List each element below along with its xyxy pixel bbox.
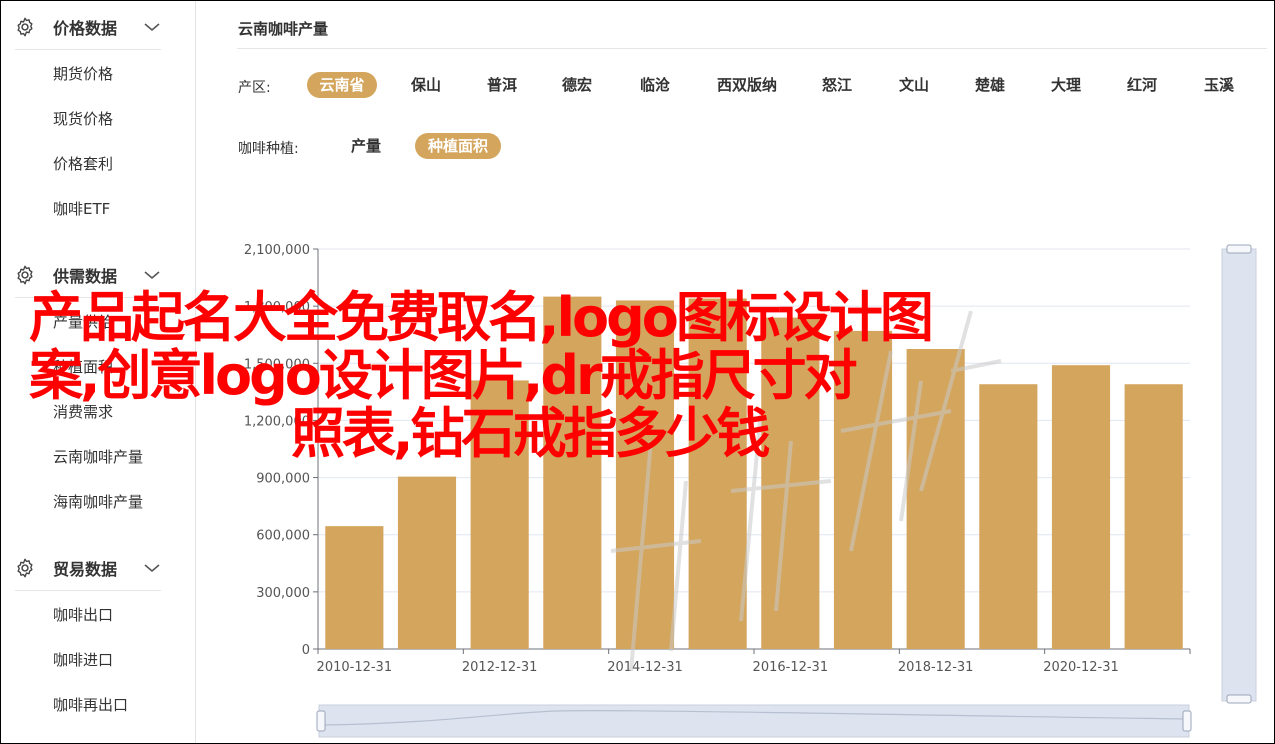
sidebar-group-header-1[interactable]: 供需数据 <box>1 252 196 298</box>
gear-icon <box>17 265 33 285</box>
bar <box>615 300 675 649</box>
sidebar-item[interactable]: 咖啡出口 <box>53 604 113 625</box>
x-tick-label: 2010-12-31 <box>317 660 393 675</box>
bar <box>470 380 529 649</box>
x-tick-label: 2014-12-31 <box>607 660 683 675</box>
bar <box>833 330 893 649</box>
y-tick-label: 600,000 <box>256 529 310 544</box>
slider-handle[interactable] <box>1226 244 1252 254</box>
y-tick-label: 1,500,000 <box>244 357 310 372</box>
chevron-down-icon <box>144 564 160 573</box>
chevron-down-icon <box>144 271 160 280</box>
sidebar: 价格数据期货价格现货价格价格套利咖啡ETF 供需数据产量供给种植面积消费需求云南咖… <box>1 1 196 743</box>
sidebar-item[interactable]: 咖啡再出口 <box>53 694 128 715</box>
sidebar-item[interactable]: 咖啡进口 <box>53 649 113 670</box>
vertical-zoom-slider[interactable] <box>1221 248 1257 702</box>
sidebar-group-divider <box>15 297 161 298</box>
bar <box>397 476 457 649</box>
bar-chart: 0 300,000 600,000 900,000 1,200,000 1,500,000… <box>244 243 1257 738</box>
horizontal-zoom-slider[interactable] <box>318 704 1190 738</box>
sidebar-item[interactable]: 种植面积 <box>53 356 113 377</box>
y-tick-label: 2,100,000 <box>244 243 310 258</box>
sidebar-item[interactable]: 期货价格 <box>53 63 113 84</box>
sidebar-group-header-0[interactable]: 价格数据 <box>1 4 196 50</box>
bar <box>906 349 965 649</box>
sidebar-item[interactable]: 云南咖啡产量 <box>53 446 143 467</box>
slider-handle[interactable] <box>316 710 326 732</box>
sidebar-item[interactable]: 消费需求 <box>53 401 113 422</box>
sidebar-item[interactable]: 价格套利 <box>53 153 113 174</box>
app-window: 价格数据 期货价格 现货价格 价格套利 咖啡ETF 供需数据 产量供给 种植面积 消费需求 云南咖… <box>0 0 1275 744</box>
bar <box>1051 365 1111 649</box>
chevron-down-icon <box>144 23 160 32</box>
sidebar-group-divider <box>15 49 161 50</box>
y-tick-label: 1,200,000 <box>244 414 310 429</box>
bar <box>543 296 602 649</box>
sidebar-group-title: 价格数据 <box>53 19 118 38</box>
sidebar-group-title: 贸易数据 <box>53 560 118 579</box>
y-tick-label: 900,000 <box>256 472 310 487</box>
x-tick-label: 2016-12-31 <box>753 660 829 675</box>
sidebar-group-header-2[interactable]: 贸易数据 <box>1 545 196 591</box>
sidebar-group-divider <box>15 590 161 591</box>
main-panel: 云南咖啡产量 产区: 云南省 保山 普洱 德宏 临沧 西双版纳 怒江 文山 楚雄 大理 红河 玉溪 咖… <box>197 1 1274 743</box>
slider-handle[interactable] <box>1226 694 1252 704</box>
bar <box>761 317 820 649</box>
y-tick-label: 300,000 <box>256 586 310 601</box>
bar <box>688 298 747 649</box>
bar <box>979 384 1038 649</box>
bar <box>325 526 384 649</box>
x-tick-label: 2020-12-31 <box>1043 660 1119 675</box>
gear-icon <box>17 558 33 578</box>
sidebar-item[interactable]: 咖啡ETF <box>53 198 110 219</box>
sidebar-group-title: 供需数据 <box>53 267 118 286</box>
x-tick-label: 2018-12-31 <box>898 660 974 675</box>
bar <box>1124 384 1183 649</box>
sidebar-item[interactable]: 海南咖啡产量 <box>53 491 143 512</box>
y-tick-label: 1,800,000 <box>244 300 310 315</box>
y-tick-label: 0 <box>302 643 310 658</box>
sidebar-item[interactable]: 产量供给 <box>53 311 113 332</box>
slider-handle[interactable] <box>1182 710 1192 732</box>
sidebar-item[interactable]: 现货价格 <box>53 108 113 129</box>
gear-icon <box>17 17 33 37</box>
x-tick-label: 2012-12-31 <box>462 660 538 675</box>
